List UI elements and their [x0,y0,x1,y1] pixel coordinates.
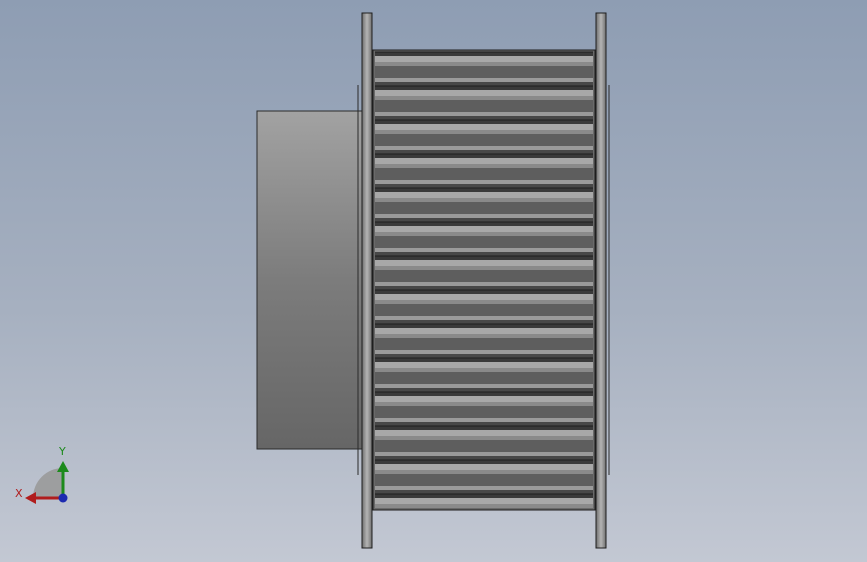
tooth-band [375,388,593,392]
tooth-band [375,112,593,116]
tooth-band [375,260,593,266]
tooth-band [375,320,593,324]
tooth-band [375,86,593,90]
tooth-band [375,368,593,372]
tooth-band [375,52,593,56]
tooth-band [375,362,593,368]
tooth-band [375,290,593,294]
tooth-band [375,452,593,456]
tooth-band [375,146,593,150]
tooth-band [375,82,593,86]
tooth-band [375,248,593,252]
y-axis-arrow-icon [57,461,69,472]
tooth-band [375,214,593,218]
x-axis-arrow-icon [25,492,36,504]
tooth-band [375,116,593,120]
tooth-band [375,354,593,358]
tooth-band [375,192,593,198]
tooth-band [375,56,593,62]
tooth-band [375,252,593,256]
tooth-band [375,402,593,406]
tooth-band [375,154,593,158]
tooth-band [375,232,593,236]
y-axis-label: Y [58,445,66,458]
tooth-band [375,490,593,494]
pulley-flange-right[interactable] [595,12,607,549]
tooth-band [375,184,593,188]
tooth-band [375,486,593,490]
tooth-band [375,90,593,96]
tooth-band [375,124,593,130]
x-axis-label: X [15,487,23,500]
tooth-band [375,226,593,232]
pulley-teeth [375,51,593,508]
tooth-band [375,158,593,164]
tooth-band [375,282,593,286]
tooth-band [375,440,593,452]
tooth-band [375,470,593,474]
tooth-band [375,426,593,430]
tooth-band [375,270,593,282]
tooth-band [375,304,593,316]
tooth-band [375,134,593,146]
tooth-band [375,328,593,334]
tooth-band [375,294,593,300]
tooth-band [375,120,593,124]
tooth-band [375,300,593,304]
tooth-band [375,150,593,154]
tooth-band [375,236,593,248]
tooth-band [375,202,593,214]
tooth-band [375,334,593,338]
tooth-band [375,218,593,222]
tooth-band [375,358,593,362]
tooth-band [375,66,593,78]
tooth-band [375,130,593,134]
pulley-flange-left[interactable] [361,12,373,549]
tooth-band [375,168,593,180]
tooth-band [375,164,593,168]
tooth-band [375,256,593,260]
graphics-viewport[interactable]: Y X [0,0,867,562]
tooth-band [375,78,593,82]
tooth-band [375,180,593,184]
tooth-band [375,422,593,426]
tooth-band [375,198,593,202]
tooth-band [375,498,593,504]
tooth-band [375,372,593,384]
model-view[interactable]: Y X [0,0,867,562]
tooth-band [375,384,593,388]
tooth-band [375,100,593,112]
pulley-hub[interactable] [256,110,364,450]
tooth-band [375,222,593,226]
tooth-band [375,456,593,460]
tooth-band [375,338,593,350]
tooth-band [375,430,593,436]
tooth-band [375,286,593,290]
tooth-band [375,392,593,396]
tooth-band [375,436,593,440]
tooth-band [375,350,593,354]
tooth-band [375,96,593,100]
tooth-band [375,324,593,328]
tooth-band [375,460,593,464]
tooth-band [375,406,593,418]
tooth-band [375,504,593,508]
z-axis-dot-icon [58,493,68,503]
tooth-band [375,266,593,270]
tooth-band [375,62,593,66]
tooth-band [375,316,593,320]
tooth-band [375,494,593,498]
tooth-band [375,188,593,192]
tooth-band [375,418,593,422]
coordinate-triad: Y X [15,445,69,504]
tooth-band [375,396,593,402]
tooth-band [375,464,593,470]
tooth-band [375,474,593,486]
triad-plane-shading [33,468,63,498]
